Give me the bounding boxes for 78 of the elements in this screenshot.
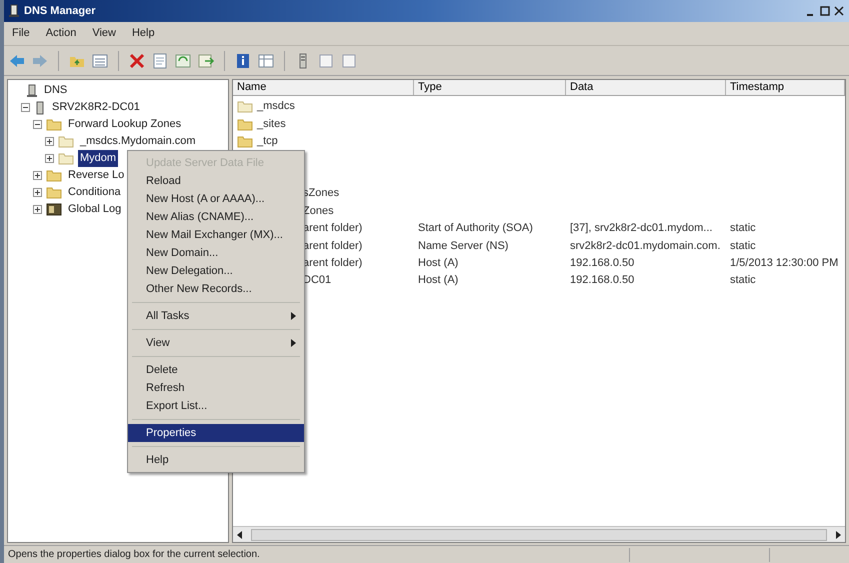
folder-icon xyxy=(46,118,62,131)
table-cell: Start of Authority (SOA) xyxy=(418,222,533,234)
expand-toggle-icon[interactable] xyxy=(44,154,54,163)
grid-icon[interactable] xyxy=(257,52,275,70)
menu-item[interactable]: All Tasks xyxy=(128,307,304,325)
tree-item[interactable]: Conditiona xyxy=(66,184,123,201)
menu-bar-item[interactable]: View xyxy=(92,25,116,42)
menu-item[interactable]: New Alias (CNAME)... xyxy=(128,208,304,226)
table-cell: Host (A) xyxy=(418,256,458,269)
table-cell: Host (A) xyxy=(418,274,458,286)
folder-icon xyxy=(237,118,253,131)
menu-bar-item[interactable]: File xyxy=(12,25,30,42)
close-icon[interactable] xyxy=(833,5,845,17)
table-cell-text: _tcp xyxy=(257,134,278,150)
properties-icon[interactable] xyxy=(151,52,169,70)
expand-toggle-icon[interactable] xyxy=(32,205,42,214)
book-icon xyxy=(46,203,62,216)
help-icon[interactable] xyxy=(234,52,252,70)
folder-icon xyxy=(46,186,62,199)
server-icon xyxy=(26,84,38,98)
menu-item[interactable]: New Mail Exchanger (MX)... xyxy=(128,226,304,244)
menu-item[interactable]: Refresh xyxy=(128,379,304,397)
column-header[interactable]: Type xyxy=(414,80,566,95)
status-text: Opens the properties dialog box for the current selection. xyxy=(7,548,261,562)
tree-item[interactable]: Forward Lookup Zones xyxy=(66,116,184,133)
expand-toggle-icon[interactable] xyxy=(32,188,42,197)
delete-icon[interactable] xyxy=(128,52,146,70)
menu-item[interactable]: Properties xyxy=(128,424,304,442)
menu-item[interactable]: New Host (A or AAAA)... xyxy=(128,190,304,208)
column-header[interactable]: Name xyxy=(233,80,414,95)
maximize-icon[interactable] xyxy=(819,5,831,17)
refresh-icon[interactable] xyxy=(174,52,192,70)
menu-item[interactable]: New Domain... xyxy=(128,244,304,262)
menu-item[interactable]: Help xyxy=(128,451,304,469)
menu-item[interactable]: View xyxy=(128,334,304,352)
tree-item[interactable]: DNS xyxy=(42,82,70,99)
menu-bar-item[interactable]: Help xyxy=(132,25,155,42)
table-cell: 192.168.0.50 xyxy=(570,256,634,269)
table-cell: static xyxy=(730,240,756,252)
export-icon[interactable] xyxy=(197,52,215,70)
menu-item[interactable]: New Delegation... xyxy=(128,262,304,280)
table-cell: static xyxy=(730,274,756,286)
table-cell-text: _msdcs xyxy=(257,99,295,114)
server-icon xyxy=(8,4,20,18)
column-header[interactable]: Data xyxy=(566,80,726,95)
menu-item[interactable]: Export List... xyxy=(128,397,304,415)
table-cell: static xyxy=(730,222,756,234)
window-title: DNS Manager xyxy=(24,4,96,19)
menu-bar-item[interactable]: Action xyxy=(46,25,76,42)
collapse-toggle-icon[interactable] xyxy=(20,103,30,112)
table-cell-text: _sites xyxy=(257,116,286,132)
tree-item[interactable]: SRV2K8R2-DC01 xyxy=(50,99,142,116)
list-icon[interactable] xyxy=(91,52,109,70)
horizontal-scrollbar[interactable] xyxy=(233,526,845,542)
folder-icon xyxy=(237,134,253,148)
tree-item[interactable]: Reverse Lo xyxy=(66,167,126,184)
folder-icon xyxy=(58,152,74,165)
table-cell: 192.168.0.50 xyxy=(570,274,634,286)
tree-item[interactable]: _msdcs.Mydomain.com xyxy=(78,133,198,150)
tree-item[interactable]: Mydom xyxy=(78,150,118,167)
menu-item[interactable]: Reload xyxy=(128,172,304,190)
table-cell: srv2k8r2-dc01.mydomain.com. xyxy=(570,240,720,252)
table-cell: [37], srv2k8r2-dc01.mydom... xyxy=(570,222,712,234)
collapse-toggle-icon[interactable] xyxy=(32,120,42,129)
menu-item[interactable]: Other New Records... xyxy=(128,280,304,298)
folder-icon xyxy=(58,135,74,148)
expand-toggle-icon[interactable] xyxy=(32,171,42,180)
folder-icon xyxy=(237,100,253,114)
tree-item[interactable]: Global Log xyxy=(66,201,124,218)
submenu-arrow-icon xyxy=(291,339,296,347)
menu-item[interactable]: Delete xyxy=(128,361,304,379)
submenu-arrow-icon xyxy=(291,312,296,320)
table-cell: Name Server (NS) xyxy=(418,240,508,252)
server-icon xyxy=(34,100,46,114)
folder-icon xyxy=(46,169,62,182)
table-cell: 1/5/2013 12:30:00 PM xyxy=(730,256,838,269)
expand-toggle-icon[interactable] xyxy=(44,137,54,146)
column-header[interactable]: Timestamp xyxy=(726,80,845,95)
